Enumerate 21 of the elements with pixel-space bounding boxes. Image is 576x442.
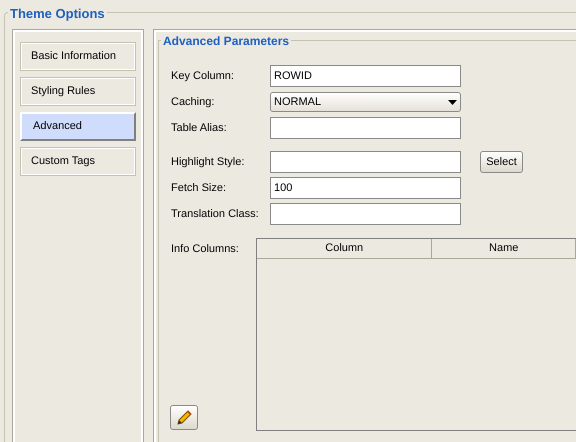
nav-tab[interactable]: Custom Tags [20,147,136,176]
input-field[interactable] [270,151,461,173]
nav-tab[interactable]: Styling Rules [20,77,136,106]
caret-icon [448,100,457,104]
field-label: Table Alias: [171,120,228,136]
input-field[interactable] [270,117,461,139]
input-field[interactable]: ROWID [270,65,461,87]
field-label: Key Column: [171,68,235,84]
field-label: Fetch Size: [171,180,228,196]
field-label: Translation Class: [171,206,260,222]
dropdown[interactable]: NORMAL [270,92,461,112]
field-label: Highlight Style: [171,154,246,170]
field-label: Info Columns: [171,242,240,257]
edit-button[interactable] [170,405,198,430]
nav-tab[interactable]: Basic Information [20,42,136,71]
pencil-icon [175,408,193,426]
input-field[interactable] [270,203,461,225]
select-button[interactable]: Select [480,151,523,173]
nav-tab[interactable]: Advanced [20,112,136,141]
field-label: Caching: [171,94,216,110]
input-field[interactable]: 100 [270,177,461,199]
